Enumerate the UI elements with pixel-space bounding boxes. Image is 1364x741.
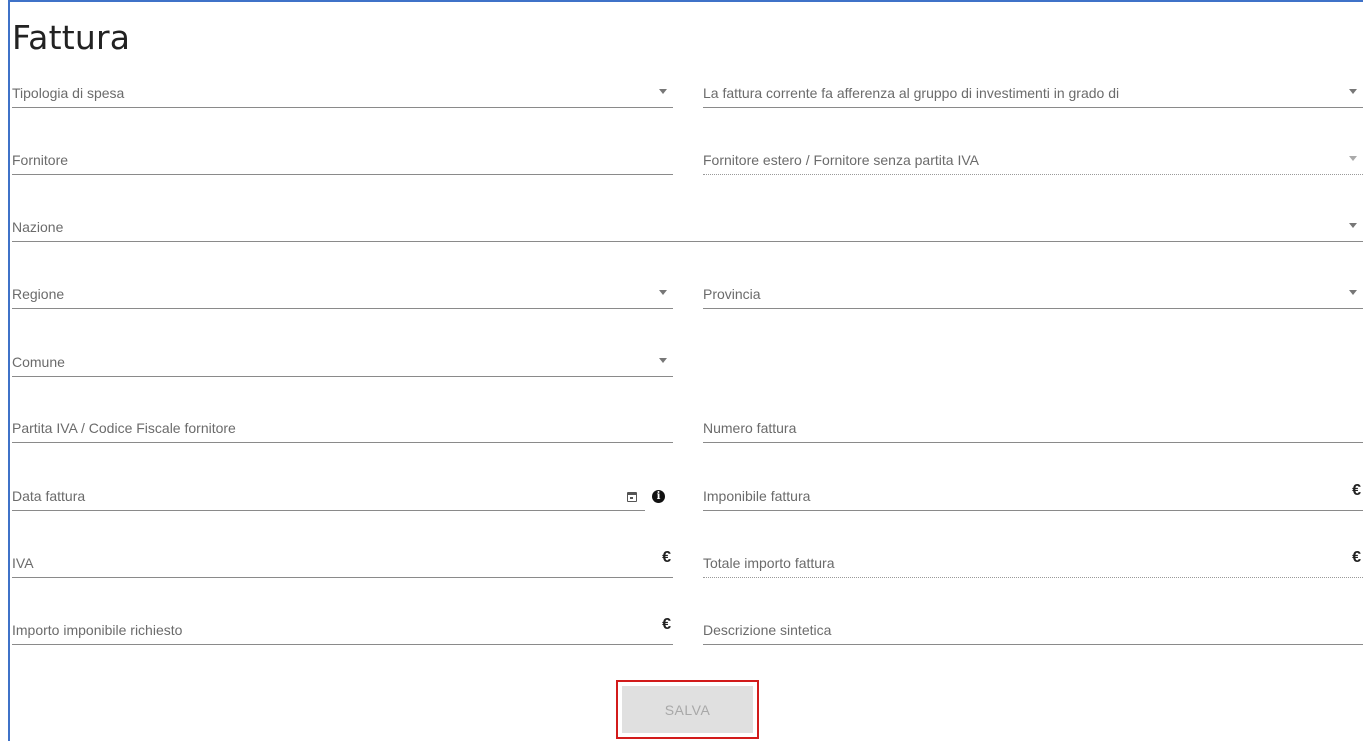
descrizione-input[interactable]: Descrizione sintetica xyxy=(703,609,1363,645)
dropdown-caret-icon xyxy=(659,89,667,94)
dropdown-caret-icon xyxy=(1349,223,1357,228)
comune-label: Comune xyxy=(12,354,65,370)
calendar-icon[interactable] xyxy=(627,492,637,502)
totale-importo-input[interactable]: Totale importo fattura € xyxy=(703,542,1363,578)
gruppo-investimenti-select[interactable]: La fattura corrente fa afferenza al grup… xyxy=(703,72,1363,108)
fornitore-input[interactable]: Fornitore xyxy=(12,139,673,175)
regione-select[interactable]: Regione xyxy=(12,273,673,309)
fornitore-estero-select[interactable]: Fornitore estero / Fornitore senza parti… xyxy=(703,139,1363,175)
descrizione-label: Descrizione sintetica xyxy=(703,622,832,638)
numero-fattura-input[interactable]: Numero fattura xyxy=(703,407,1363,443)
imponibile-fattura-input[interactable]: Imponibile fattura € xyxy=(703,475,1363,511)
euro-icon: € xyxy=(662,549,671,566)
importo-richiesto-label: Importo imponibile richiesto xyxy=(12,622,183,638)
nazione-select[interactable]: Nazione xyxy=(12,206,1363,242)
info-icon[interactable]: i xyxy=(652,490,665,503)
partita-iva-input[interactable]: Partita IVA / Codice Fiscale fornitore xyxy=(12,407,673,443)
tipologia-select[interactable]: Tipologia di spesa xyxy=(12,72,673,108)
fornitore-estero-label: Fornitore estero / Fornitore senza parti… xyxy=(703,152,979,168)
totale-label: Totale importo fattura xyxy=(703,555,835,571)
provincia-select[interactable]: Provincia xyxy=(703,273,1363,309)
data-fattura-input[interactable]: Data fattura i xyxy=(12,475,665,511)
provincia-label: Provincia xyxy=(703,286,761,302)
regione-label: Regione xyxy=(12,286,65,302)
nazione-label: Nazione xyxy=(12,219,64,235)
dropdown-caret-icon xyxy=(1349,290,1357,295)
iva-input[interactable]: IVA € xyxy=(12,542,673,578)
imponibile-label: Imponibile fattura xyxy=(703,488,811,504)
dropdown-caret-icon xyxy=(1349,89,1357,94)
save-button-highlight: SALVA xyxy=(616,680,759,739)
save-button[interactable]: SALVA xyxy=(622,686,753,733)
gruppo-label: La fattura corrente fa afferenza al grup… xyxy=(703,85,1120,101)
partita-iva-label: Partita IVA / Codice Fiscale fornitore xyxy=(12,420,236,436)
dropdown-caret-icon xyxy=(659,358,667,363)
tipologia-label: Tipologia di spesa xyxy=(12,85,125,101)
dropdown-caret-icon xyxy=(1349,156,1357,161)
euro-icon: € xyxy=(1352,482,1361,499)
data-fattura-label: Data fattura xyxy=(12,488,86,504)
comune-select[interactable]: Comune xyxy=(12,341,673,377)
page-title: Fattura xyxy=(12,18,131,57)
importo-richiesto-input[interactable]: Importo imponibile richiesto € xyxy=(12,609,673,645)
iva-label: IVA xyxy=(12,555,34,571)
fornitore-label: Fornitore xyxy=(12,152,69,168)
dropdown-caret-icon xyxy=(659,290,667,295)
euro-icon: € xyxy=(662,616,671,633)
numero-fattura-label: Numero fattura xyxy=(703,420,797,436)
euro-icon: € xyxy=(1352,549,1361,566)
